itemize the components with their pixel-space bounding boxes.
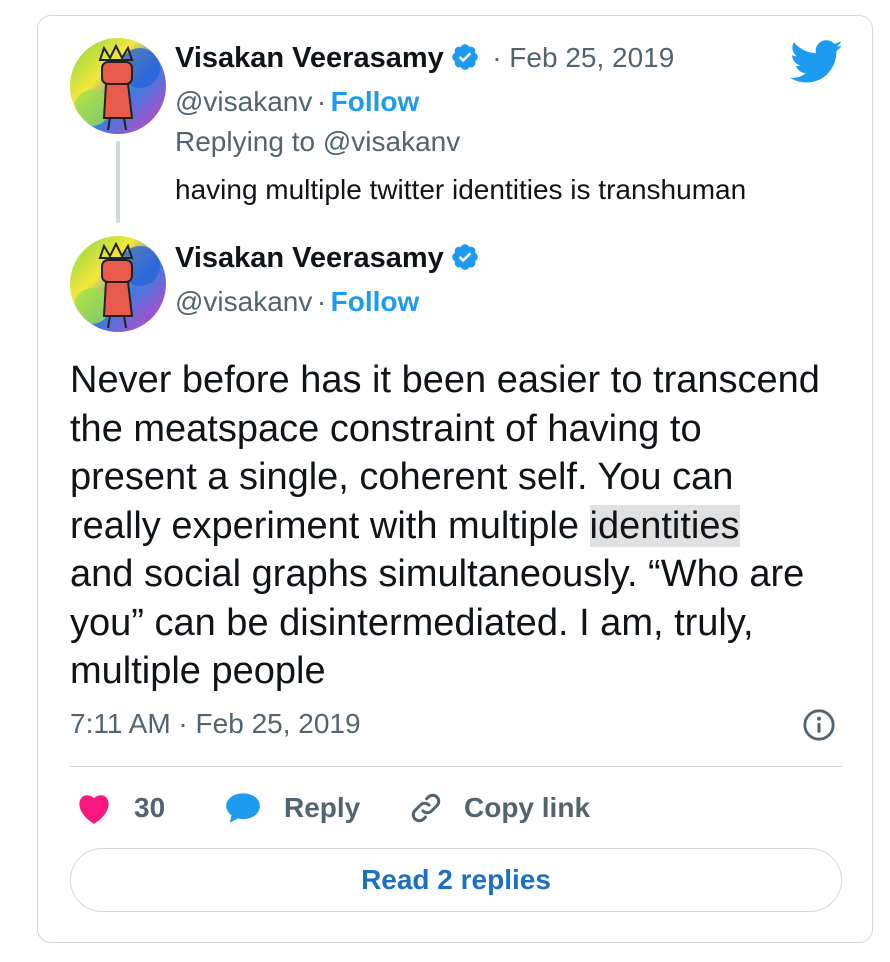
tweet-text-fragment: really experiment with multiple xyxy=(70,504,590,547)
tweet-timestamp[interactable]: 7:11 AM · Feb 25, 2019 xyxy=(70,708,361,740)
info-icon[interactable] xyxy=(802,708,836,742)
read-replies-button[interactable]: Read 2 replies xyxy=(70,848,842,912)
follow-link[interactable]: Follow xyxy=(331,86,420,117)
parent-author-row: Visakan Veerasamy · Feb 25, 2019 xyxy=(175,42,674,75)
reply-button[interactable]: Reply xyxy=(224,788,360,828)
separator-dot: · xyxy=(316,286,327,317)
parent-handle-row: @visakanv · Follow xyxy=(175,86,419,118)
tweet-text-line: Never before has it been easier to trans… xyxy=(70,359,820,401)
highlighted-word: identities xyxy=(589,504,740,547)
tweet-text-line: and social graphs simultaneously. “Who a… xyxy=(70,553,805,595)
author-handle[interactable]: @visakanv xyxy=(175,286,312,317)
avatar[interactable] xyxy=(70,236,166,332)
link-icon xyxy=(411,793,441,823)
tweet-text-line: present a single, coherent self. You can xyxy=(70,456,734,498)
tweet-text: Never before has it been easier to trans… xyxy=(70,356,860,696)
author-name[interactable]: Visakan Veerasamy xyxy=(175,242,444,274)
divider xyxy=(70,766,842,767)
separator-dot: · xyxy=(316,86,327,117)
author-name[interactable]: Visakan Veerasamy xyxy=(175,42,444,74)
like-count: 30 xyxy=(134,792,166,823)
replying-to[interactable]: Replying to @visakanv xyxy=(175,126,460,158)
author-handle[interactable]: @visakanv xyxy=(175,86,312,117)
tweet-text-line: the meatspace constraint of having to xyxy=(70,407,702,450)
tweet-text-line: you” can be disintermediated. I am, trul… xyxy=(70,601,754,644)
verified-badge-icon xyxy=(451,244,478,270)
copy-link-button[interactable]: Copy link xyxy=(408,788,590,828)
verified-badge-icon xyxy=(451,44,478,70)
tweet-date[interactable]: · Feb 25, 2019 xyxy=(492,42,674,73)
main-handle-row: @visakanv · Follow xyxy=(175,286,419,318)
thread-connector xyxy=(116,141,120,223)
follow-link[interactable]: Follow xyxy=(331,286,420,317)
parent-tweet-text: having multiple twitter identities is tr… xyxy=(175,174,747,205)
tweet-text-line: multiple people xyxy=(70,650,326,692)
avatar[interactable] xyxy=(70,38,166,134)
reply-label: Reply xyxy=(284,792,361,823)
like-button[interactable]: 30 xyxy=(76,788,165,828)
heart-icon xyxy=(79,795,109,824)
read-replies-label: Read 2 replies xyxy=(361,864,551,895)
tweet-text-line: really experiment with multiple identiti… xyxy=(70,502,860,551)
copy-link-label: Copy link xyxy=(464,792,591,823)
main-author-row: Visakan Veerasamy xyxy=(175,242,480,275)
speech-bubble-icon xyxy=(226,793,260,823)
twitter-bird-icon[interactable] xyxy=(790,40,844,84)
